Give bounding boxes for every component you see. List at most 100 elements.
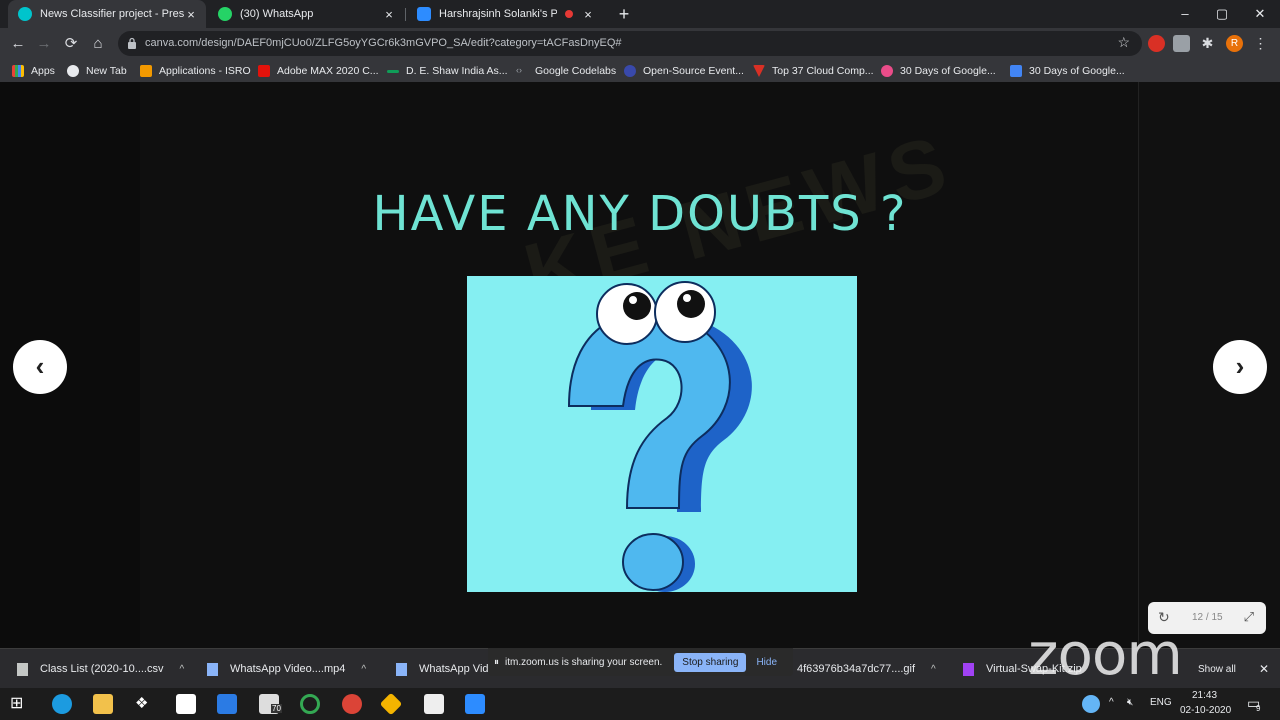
slide: KE NEWS HAVE ANY DOUBTS ?: [140, 82, 1138, 648]
hide-button[interactable]: Hide: [756, 657, 777, 668]
question-mark-image: [467, 276, 857, 592]
close-shelf-icon[interactable]: ✕: [1259, 661, 1269, 677]
edge-icon[interactable]: [52, 694, 72, 714]
store-icon[interactable]: [176, 694, 196, 714]
bookmark-deshaw[interactable]: D. E. Shaw India As...: [387, 63, 508, 79]
bookmark-codelabs[interactable]: ‹› Google Codelabs: [516, 63, 616, 79]
slide-title: HAVE ANY DOUBTS ?: [372, 186, 908, 242]
apps-grid-icon: [12, 65, 24, 77]
tab-title: (30) WhatsApp: [240, 8, 314, 20]
bookmark-30days-1[interactable]: 30 Days of Google...: [881, 63, 996, 79]
url-text: canva.com/design/DAEF0mjCUo0/ZLFG5oyYGCr…: [145, 37, 622, 49]
presentation-page: KE NEWS HAVE ANY DOUBTS ? ‹ › ↻ 12 / 15 …: [0, 82, 1280, 648]
windows-taskbar: ⊞ ❖ 70 ^ 🔇︎ ENG 21:43 02-10-2020 ▭ 9: [0, 688, 1280, 720]
bookmark-star-icon[interactable]: ☆: [1117, 34, 1130, 51]
profile-avatar[interactable]: R: [1226, 35, 1243, 52]
mail-icon[interactable]: 70: [259, 694, 282, 714]
home-icon[interactable]: ⌂: [87, 33, 109, 55]
download-item[interactable]: WhatsApp Video....mp4 ^: [207, 661, 366, 677]
google-docs-icon: [1010, 65, 1022, 77]
download-item[interactable]: Class List (2020-10....csv ^: [17, 661, 184, 677]
bookmark-apps[interactable]: Apps: [12, 63, 55, 79]
tab-separator: [405, 8, 406, 21]
zoom-app-icon[interactable]: [465, 694, 485, 714]
back-arrow-icon[interactable]: ←: [7, 33, 29, 55]
opensource-icon: [624, 65, 636, 77]
prev-slide-button[interactable]: ‹: [13, 340, 67, 394]
browser-toolbar: ← → ⟳ ⌂ canva.com/design/DAEF0mjCUo0/ZLF…: [0, 28, 1280, 59]
isro-icon: [140, 65, 152, 77]
pause-icon[interactable]: ⏸: [494, 657, 499, 668]
tab-title: Harshrajsinh Solanki's Person: [439, 8, 557, 20]
window-close-icon[interactable]: ✕: [1250, 4, 1270, 24]
zoom-sharing-bar: ⏸ itm.zoom.us is sharing your screen. St…: [488, 648, 793, 676]
globe-icon: [67, 65, 79, 77]
chevron-up-icon[interactable]: ^: [361, 664, 366, 675]
refresh-app-icon[interactable]: [300, 694, 320, 714]
extensions-puzzle-icon[interactable]: ✱: [1199, 35, 1216, 52]
forward-arrow-icon[interactable]: →: [33, 33, 55, 55]
close-icon[interactable]: ×: [382, 7, 396, 22]
codelabs-icon: ‹›: [516, 65, 522, 75]
show-all-button[interactable]: Show all: [1198, 661, 1236, 677]
video-file-icon: [396, 662, 407, 676]
download-item[interactable]: WhatsApp Vid: [396, 661, 489, 677]
help-icon[interactable]: [1082, 695, 1100, 713]
screen: News Classifier project - Present × (30)…: [0, 0, 1280, 720]
bookmark-opensource[interactable]: Open-Source Event...: [624, 63, 744, 79]
fullscreen-icon[interactable]: ⤢: [1244, 609, 1254, 625]
bookmark-isro[interactable]: Applications - ISRO: [140, 63, 251, 79]
tray-chevron-icon[interactable]: ^: [1109, 697, 1114, 708]
csv-file-icon: [17, 662, 28, 676]
dropbox-icon[interactable]: ❖: [135, 694, 155, 714]
reload-icon[interactable]: ⟳: [60, 33, 82, 55]
minimize-icon[interactable]: –: [1175, 4, 1195, 24]
file-explorer-icon[interactable]: [93, 694, 113, 714]
extension-shield-icon[interactable]: [1148, 35, 1165, 52]
tab-whatsapp[interactable]: (30) WhatsApp ×: [208, 0, 404, 28]
recording-icon: [565, 10, 573, 18]
download-item[interactable]: 4f63976b34a7dc77....gif ^: [797, 661, 936, 677]
whatsapp-icon: [218, 7, 232, 21]
address-bar[interactable]: canva.com/design/DAEF0mjCUo0/ZLFG5oyYGCr…: [118, 31, 1142, 56]
stop-sharing-button[interactable]: Stop sharing: [674, 652, 747, 672]
canva-icon: [18, 7, 32, 21]
chrome-icon[interactable]: [342, 694, 362, 714]
language-indicator[interactable]: ENG: [1150, 697, 1172, 708]
volume-mute-icon[interactable]: 🔇︎: [1127, 697, 1133, 708]
slide-counter-text: 12 / 15: [1192, 612, 1223, 623]
adobe-icon: [258, 65, 270, 77]
tab-title: News Classifier project - Present: [40, 8, 184, 20]
bookmark-30days-2[interactable]: 30 Days of Google...: [1010, 63, 1125, 79]
maximize-icon[interactable]: ▢: [1212, 4, 1232, 24]
zoom-icon: [417, 7, 431, 21]
close-icon[interactable]: ×: [581, 7, 595, 22]
video-file-icon: [207, 662, 218, 676]
zoom-watermark-logo: zoom: [1028, 620, 1183, 688]
windows-start-icon[interactable]: ⊞: [10, 694, 30, 714]
bookmark-cloud[interactable]: Top 37 Cloud Comp...: [753, 63, 874, 79]
zip-file-icon: [963, 662, 974, 676]
video-editor-icon[interactable]: [424, 694, 444, 714]
chevron-up-icon[interactable]: ^: [931, 664, 936, 675]
next-slide-button[interactable]: ›: [1213, 340, 1267, 394]
tab-strip: News Classifier project - Present × (30)…: [0, 0, 1280, 28]
bookmark-newtab[interactable]: New Tab: [67, 63, 127, 79]
new-tab-button[interactable]: +: [614, 4, 634, 24]
mail-badge: 70: [271, 704, 282, 713]
tab-zoom[interactable]: Harshrajsinh Solanki's Person ×: [407, 0, 603, 28]
extension-cast-icon[interactable]: [1173, 35, 1190, 52]
clock-date[interactable]: 02-10-2020: [1180, 705, 1231, 716]
close-icon[interactable]: ×: [184, 7, 198, 22]
clock-time[interactable]: 21:43: [1192, 690, 1217, 701]
lock-icon: [128, 37, 136, 49]
bookmark-adobe[interactable]: Adobe MAX 2020 C...: [258, 63, 379, 79]
tab-canva[interactable]: News Classifier project - Present ×: [8, 0, 206, 28]
git-icon[interactable]: [379, 692, 403, 716]
chevron-up-icon[interactable]: ^: [180, 664, 185, 675]
notification-count: 9: [1256, 704, 1261, 713]
vscode-icon[interactable]: [217, 694, 237, 714]
cloud-comp-icon: [753, 65, 765, 77]
menu-kebab-icon[interactable]: ⋮: [1252, 35, 1269, 52]
30days-icon: [881, 65, 893, 77]
